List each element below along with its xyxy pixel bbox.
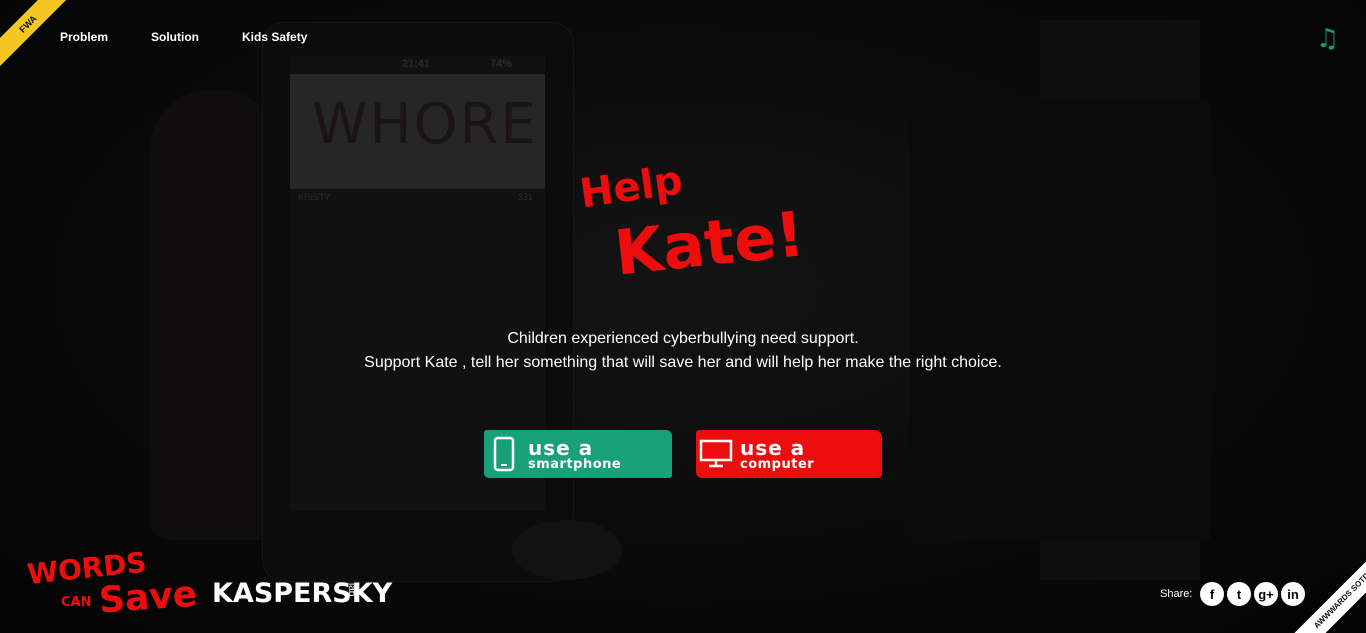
computer-button-line1: use a (740, 435, 806, 460)
share-icons: f t g+ in (1200, 582, 1305, 606)
background-hand (150, 90, 280, 540)
monitor-icon (696, 430, 736, 478)
smartphone-button-line2: smartphone (528, 456, 622, 472)
headline: Help Kate! (560, 150, 820, 290)
words-can-save-logo[interactable]: WORDS CAN Save (25, 546, 199, 622)
logo-save: Save (98, 574, 195, 616)
background-phone-name: KRISTY (298, 192, 331, 202)
background-phone-count: 331 (518, 192, 534, 202)
linkedin-icon[interactable]: in (1281, 582, 1305, 606)
use-computer-button[interactable]: use a computer (696, 430, 882, 478)
page: 21:41 74% WHORE KRISTY 331 FWA Problem S… (0, 0, 1366, 633)
headline-art: Help Kate! (577, 157, 808, 289)
intro-text: Children experienced cyberbullying need … (283, 327, 1083, 375)
headline-line2: Kate! (611, 197, 807, 289)
nav-kids-safety[interactable]: Kids Safety (242, 30, 307, 44)
googleplus-icon[interactable]: g+ (1254, 582, 1278, 606)
smartphone-icon (484, 430, 524, 478)
computer-button-line2: computer (740, 456, 815, 472)
intro-line-1: Children experienced cyberbullying need … (507, 330, 859, 347)
background-phone-battery: 74% (490, 58, 513, 70)
music-note-icon[interactable]: ♫ (1316, 26, 1342, 52)
twitter-icon[interactable]: t (1227, 582, 1251, 606)
background-phone-status-bar: 21:41 74% (290, 58, 545, 72)
background-stone (512, 520, 622, 580)
headline-line1: Help (577, 157, 685, 217)
intro-line-2: Support Kate , tell her something that w… (364, 354, 1002, 371)
smartphone-button-line1: use a (528, 435, 594, 460)
background-object (910, 100, 1210, 540)
background-phone-word: WHORE (312, 92, 538, 157)
share-label: Share: (1160, 588, 1193, 600)
nav-solution[interactable]: Solution (151, 30, 199, 44)
kaspersky-lab-suffix: lab (346, 583, 357, 597)
kaspersky-logo[interactable]: KASPERSKY (212, 578, 392, 609)
use-smartphone-button[interactable]: use a smartphone (484, 430, 672, 478)
nav-problem[interactable]: Problem (60, 30, 108, 44)
main-nav: Problem Solution Kids Safety (60, 30, 307, 44)
background-phone-time: 21:41 (402, 58, 431, 70)
facebook-icon[interactable]: f (1200, 582, 1224, 606)
logo-can: CAN (61, 595, 91, 610)
